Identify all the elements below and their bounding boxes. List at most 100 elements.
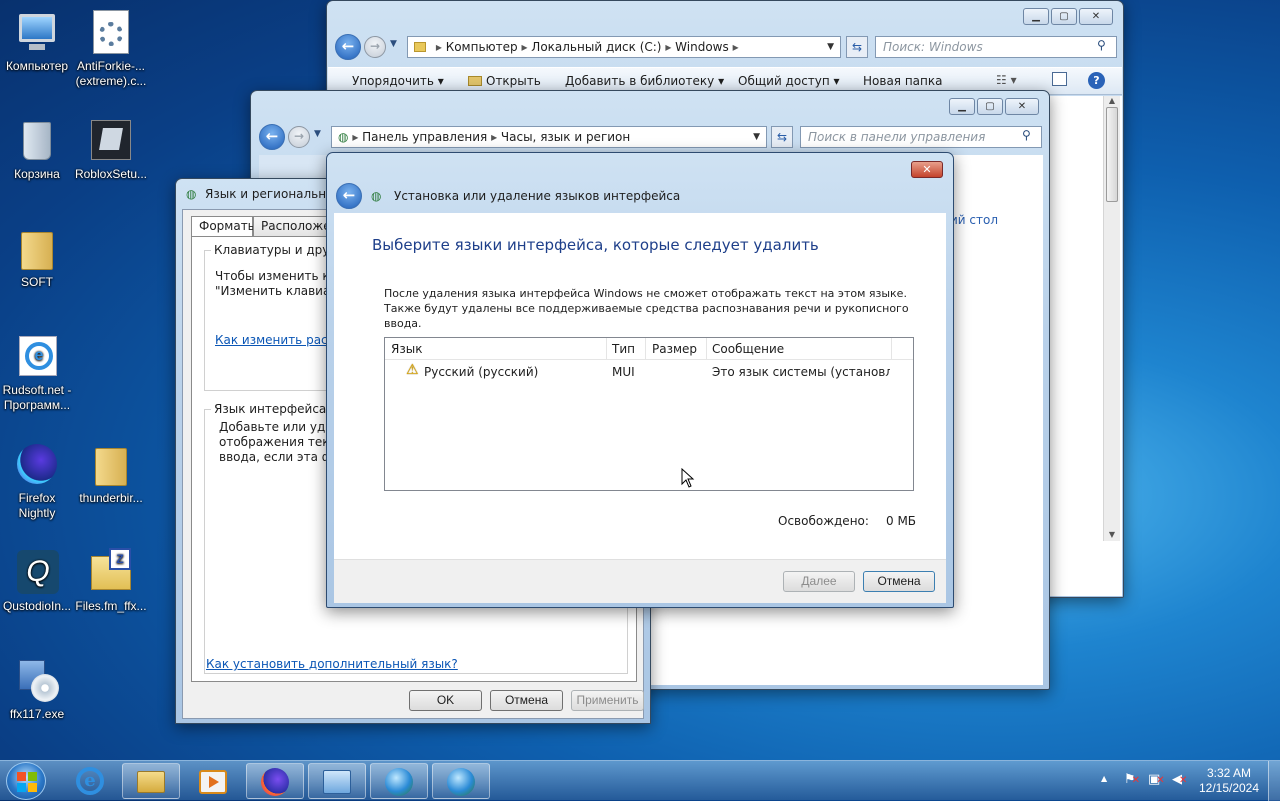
- taskbar-explorer[interactable]: [122, 763, 180, 799]
- add-to-library-menu[interactable]: Добавить в библиотеку ▾: [565, 74, 724, 88]
- tab-formats[interactable]: Форматы: [191, 216, 257, 236]
- explorer-search-input[interactable]: Поиск: Windows: [875, 36, 1117, 58]
- desktop-icon-qustodio[interactable]: Q QustodioIn...: [0, 548, 74, 614]
- computer-icon: [13, 8, 61, 56]
- recent-pages-icon[interactable]: ▼: [390, 39, 397, 49]
- new-folder-button[interactable]: Новая папка: [863, 74, 942, 88]
- apply-button[interactable]: Применить: [571, 690, 644, 711]
- desktop-icon-settings-file[interactable]: AntiForkie-... (extreme).c...: [74, 8, 148, 89]
- start-button[interactable]: [6, 762, 46, 800]
- folder-icon: [414, 42, 426, 52]
- column-header-type[interactable]: Тип: [612, 342, 635, 356]
- cp-address-bar[interactable]: ◍ ▸ Панель управления ▸ Часы, язык и рег…: [331, 126, 767, 148]
- maximize-button[interactable]: ▢: [977, 98, 1003, 115]
- desktop-icon-label: QustodioIn...: [2, 599, 72, 613]
- taskbar-ie[interactable]: e: [62, 763, 118, 799]
- breadcrumb-windows[interactable]: Windows: [675, 40, 729, 54]
- desktop-icon-recycle-bin[interactable]: Корзина: [0, 116, 74, 182]
- desktop-icon-folder[interactable]: SOFT: [0, 224, 74, 290]
- back-button[interactable]: ←: [259, 124, 285, 150]
- close-button[interactable]: ✕: [1079, 8, 1113, 25]
- wizard-description: После удаления языка интерфейса Windows …: [384, 287, 909, 330]
- explorer-address-bar[interactable]: ▸ Компьютер ▸ Локальный диск (C:) ▸ Wind…: [407, 36, 841, 58]
- taskbar-language-wizard[interactable]: [432, 763, 490, 799]
- back-button[interactable]: ←: [336, 183, 362, 209]
- cancel-button[interactable]: Отмена: [863, 571, 935, 592]
- share-menu[interactable]: Общий доступ ▾: [738, 74, 840, 88]
- view-options-icon[interactable]: ☷ ▾: [996, 73, 1017, 87]
- taskbar-media-player[interactable]: [184, 763, 242, 799]
- scrollbar-thumb[interactable]: [1106, 107, 1118, 202]
- close-button[interactable]: ✕: [911, 161, 943, 178]
- ie-shortcut-icon: e: [13, 332, 61, 380]
- cp-partial-link[interactable]: ий стол: [950, 213, 998, 227]
- refresh-button[interactable]: ⇆: [771, 126, 793, 148]
- ok-button[interactable]: OK: [409, 690, 482, 711]
- desktop-icon-label: SOFT: [21, 275, 53, 289]
- show-desktop-button[interactable]: [1268, 761, 1280, 801]
- open-button[interactable]: Открыть: [468, 74, 541, 88]
- search-icon[interactable]: ⚲: [1022, 128, 1031, 142]
- wizard-heading: Выберите языки интерфейса, которые следу…: [372, 236, 819, 254]
- wizard-title-icon: ◍: [371, 189, 382, 203]
- language-list[interactable]: Язык Тип Размер Сообщение ⚠ Русский (рус…: [384, 337, 914, 491]
- column-header-message[interactable]: Сообщение: [712, 342, 784, 356]
- cp-caption-buttons: ▁ ▢ ✕: [949, 98, 1039, 115]
- installer-icon: [13, 656, 61, 704]
- taskbar-region-settings[interactable]: [370, 763, 428, 799]
- explorer-scrollbar[interactable]: ▲ ▼: [1103, 96, 1120, 541]
- preview-pane-icon[interactable]: [1052, 72, 1067, 86]
- install-language-link[interactable]: Как установить дополнительный язык?: [206, 657, 458, 671]
- desktop-icon-roblox-setup[interactable]: RobloxSetu...: [74, 116, 148, 182]
- desktop-icon-installer[interactable]: ffx117.exe: [0, 656, 74, 722]
- breadcrumb-drive[interactable]: Локальный диск (C:): [531, 40, 661, 54]
- breadcrumb-control-panel[interactable]: Панель управления: [362, 130, 487, 144]
- globe-clock-icon: [385, 768, 413, 796]
- qustodio-icon: Q: [13, 548, 61, 596]
- desktop-icon-firefox-nightly[interactable]: Firefox Nightly: [0, 440, 74, 521]
- tab-location[interactable]: Расположен: [253, 216, 333, 236]
- desktop-icon-ie-shortcut[interactable]: e Rudsoft.net - Программ...: [0, 332, 74, 413]
- back-button[interactable]: ←: [335, 34, 361, 60]
- action-center-icon[interactable]: ⚑✕: [1124, 772, 1140, 787]
- next-button[interactable]: Далее: [783, 571, 855, 592]
- taskbar-control-panel[interactable]: [308, 763, 366, 799]
- help-icon[interactable]: ?: [1088, 72, 1105, 89]
- control-panel-icon: [323, 770, 351, 794]
- volume-icon[interactable]: ◀✕: [1172, 772, 1187, 787]
- desktop-icon-zip-folder[interactable]: Z Files.fm_ffx...: [74, 548, 148, 614]
- language-type: MUI: [612, 365, 635, 379]
- settings-file-icon: [87, 8, 135, 56]
- clock[interactable]: 3:32 AM 12/15/2024: [1196, 766, 1262, 796]
- address-dropdown-icon[interactable]: ▼: [827, 37, 834, 57]
- list-item[interactable]: ⚠ Русский (русский) MUI Это язык системы…: [385, 362, 913, 382]
- cancel-button[interactable]: Отмена: [490, 690, 563, 711]
- column-header-language[interactable]: Язык: [391, 342, 422, 356]
- refresh-button[interactable]: ⇆: [846, 36, 868, 58]
- show-hidden-icons-button[interactable]: ▲: [1101, 774, 1107, 783]
- search-icon[interactable]: ⚲: [1097, 38, 1106, 52]
- forward-button[interactable]: →: [288, 126, 310, 148]
- folder-icon: [13, 224, 61, 272]
- breadcrumb-clock-region[interactable]: Часы, язык и регион: [501, 130, 630, 144]
- maximize-button[interactable]: ▢: [1051, 8, 1077, 25]
- freed-value: 0 МБ: [886, 514, 917, 528]
- language-message: Это язык системы (установле...: [712, 365, 890, 379]
- taskbar-firefox[interactable]: [246, 763, 304, 799]
- close-button[interactable]: ✕: [1005, 98, 1039, 115]
- desktop-icon-computer[interactable]: Компьютер: [0, 8, 74, 74]
- forward-button[interactable]: →: [364, 36, 386, 58]
- address-dropdown-icon[interactable]: ▼: [753, 127, 760, 147]
- cp-search-input[interactable]: Поиск в панели управления: [800, 126, 1042, 148]
- column-header-size[interactable]: Размер: [652, 342, 697, 356]
- recent-pages-icon[interactable]: ▼: [314, 129, 321, 139]
- minimize-button[interactable]: ▁: [949, 98, 975, 115]
- firefox-nightly-icon: [13, 440, 61, 488]
- network-icon[interactable]: ▣✕: [1148, 772, 1165, 787]
- desktop-icon-folder[interactable]: thunderbir...: [74, 440, 148, 506]
- breadcrumb-computer[interactable]: Компьютер: [446, 40, 518, 54]
- organize-menu[interactable]: Упорядочить ▾: [352, 74, 444, 88]
- minimize-button[interactable]: ▁: [1023, 8, 1049, 25]
- desktop-icon-label: ffx117.exe: [9, 707, 65, 721]
- wizard-title: Установка или удаление языков интерфейса: [394, 189, 681, 203]
